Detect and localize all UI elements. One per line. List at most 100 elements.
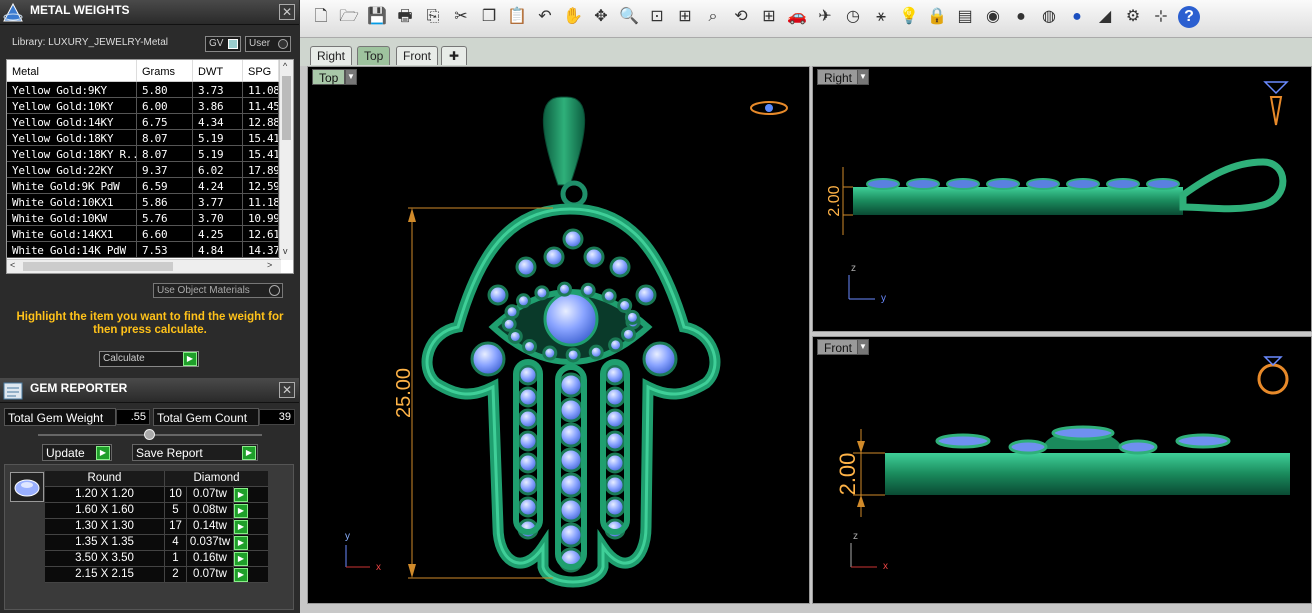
col-grams[interactable]: Grams [137, 60, 193, 81]
metal-row[interactable]: White Gold:10KX1 5.86 3.77 11.18 [7, 194, 293, 210]
metal-row[interactable]: Yellow Gold:22KY 9.37 6.02 17.89 [7, 162, 293, 178]
hint-text: Highlight the item you want to find the … [16, 311, 284, 336]
four-viewports-icon[interactable]: ⊞ [758, 6, 780, 28]
halo-gem [501, 316, 517, 332]
gem-row[interactable]: 1.20 X 1.20 10 0.07tw ▶ [45, 487, 268, 503]
use-object-materials-toggle[interactable]: Use Object Materials [153, 283, 283, 298]
ring-side-mini-icon [1269, 96, 1283, 126]
metal-row[interactable]: Yellow Gold:18KY 8.07 5.19 15.41 [7, 130, 293, 146]
metal-row[interactable]: White Gold:14K PdW 7.53 4.84 14.37 [7, 242, 293, 258]
new-file-icon[interactable]: 🗋 [310, 6, 332, 28]
gem-cell-size: 2.15 X 2.15 [45, 567, 165, 582]
gem-row[interactable]: 1.35 X 1.35 4 0.037tw ▶ [45, 535, 268, 551]
zoom-window-icon[interactable]: ⊡ [646, 6, 668, 28]
top-axis-x: x [376, 562, 381, 573]
zoom-extents-icon[interactable]: ⊞ [674, 6, 696, 28]
print-icon[interactable]: 🖶 [394, 6, 416, 28]
finger-gem [517, 474, 539, 496]
copy-doc-icon[interactable]: ⎘ [422, 6, 444, 28]
col-dwt[interactable]: DWT [193, 60, 243, 81]
gem-row-arrow-icon[interactable]: ▶ [234, 568, 248, 582]
finger-gem [558, 372, 584, 398]
metal-cell-metal: White Gold:14K PdW [7, 242, 137, 257]
halo-gem [617, 298, 633, 313]
help-icon[interactable]: ? [1178, 6, 1200, 28]
metal-cell-metal: Yellow Gold:18KY R... [7, 146, 137, 161]
calculate-button[interactable]: Calculate ▶ [99, 351, 199, 367]
cut-icon[interactable]: ✂ [450, 6, 472, 28]
lock-icon[interactable]: 🔒 [926, 6, 948, 28]
zoom-in-icon[interactable]: 🔍 [618, 6, 640, 28]
save-icon[interactable]: 💾 [366, 6, 388, 28]
gem-row-arrow-icon[interactable]: ▶ [234, 504, 248, 518]
metal-row[interactable]: White Gold:10KW 5.76 3.70 10.99 [7, 210, 293, 226]
gem-row[interactable]: 1.60 X 1.60 5 0.08tw ▶ [45, 503, 268, 519]
settings-gear-icon[interactable]: ⚙ [1122, 6, 1144, 28]
gem-cell-size: 1.60 X 1.60 [45, 503, 165, 518]
gem-row[interactable]: 3.50 X 3.50 1 0.16tw ▶ [45, 551, 268, 567]
metal-table-header: Metal Grams DWT SPG [7, 60, 293, 82]
gem-row-arrow-icon[interactable]: ▶ [234, 488, 248, 502]
front-gem-profile [1118, 439, 1158, 455]
zoom-selected-icon[interactable]: ⌕ [702, 6, 724, 28]
gem-row-arrow-icon[interactable]: ▶ [234, 536, 248, 550]
copy-icon[interactable]: ❐ [478, 6, 500, 28]
lightbulb-icon[interactable]: 💡 [898, 6, 920, 28]
metal-cell-grams: 5.86 [137, 194, 193, 209]
paste-icon[interactable]: 📋 [506, 6, 528, 28]
gem-cell-size: 1.35 X 1.35 [45, 535, 165, 550]
col-metal[interactable]: Metal [7, 60, 137, 81]
color-wheel-icon[interactable]: ◉ [982, 6, 1004, 28]
right-dimension-text: 2.00 [826, 185, 843, 216]
gem-row-arrow-icon[interactable]: ▶ [234, 552, 248, 566]
undo-icon[interactable]: ↶ [534, 6, 556, 28]
metal-table-vscroll[interactable]: ^ v [279, 60, 293, 260]
save-report-button[interactable]: Save Report ▶ [132, 444, 258, 461]
layer-icon[interactable]: ▤ [954, 6, 976, 28]
rotate-view-icon[interactable]: ⟲ [730, 6, 752, 28]
shaded-sphere-icon[interactable]: ● [1010, 6, 1032, 28]
metal-table-hscroll[interactable]: < > [7, 259, 281, 273]
add-tab-icon[interactable]: ✚ [441, 46, 467, 65]
metal-row[interactable]: Yellow Gold:10KY 6.00 3.86 11.45 [7, 98, 293, 114]
finger-gem [558, 522, 584, 548]
viewport-top[interactable]: Top ▼ 25.00 y x [307, 66, 810, 604]
metal-weights-title: METAL WEIGHTS [30, 3, 130, 17]
metal-row[interactable]: Yellow Gold:18KY R... 8.07 5.19 15.41 [7, 146, 293, 162]
col-spg[interactable]: SPG [243, 60, 279, 81]
gem-reporter-icon [3, 382, 23, 400]
spotlight-icon[interactable]: ◢ [1094, 6, 1116, 28]
gem-row-arrow-icon[interactable]: ▶ [234, 520, 248, 534]
gem-reporter-close-icon[interactable]: ✕ [279, 382, 295, 398]
viewport-front[interactable]: Front ▼ 2.00 z x [812, 336, 1312, 604]
car-icon[interactable]: 🚗 [786, 6, 808, 28]
update-arrow-icon: ▶ [96, 446, 110, 460]
clock-icon[interactable]: ◷ [842, 6, 864, 28]
tab-front[interactable]: Front [396, 46, 439, 65]
metal-row[interactable]: Yellow Gold:9KY 5.80 3.73 11.08 [7, 82, 293, 98]
metal-row[interactable]: Yellow Gold:14KY 6.75 4.34 12.88 [7, 114, 293, 130]
gv-toggle[interactable]: GV [205, 36, 241, 52]
gem-row[interactable]: 1.30 X 1.30 17 0.14tw ▶ [45, 519, 268, 535]
metal-weights-close-icon[interactable]: ✕ [279, 4, 295, 20]
update-button[interactable]: Update ▶ [42, 444, 112, 461]
gem-row[interactable]: 2.15 X 2.15 2 0.07tw ▶ [45, 567, 268, 583]
pan-hand-icon[interactable]: ✋ [562, 6, 584, 28]
snap-icon[interactable]: ⚹ [870, 6, 892, 28]
user-toggle[interactable]: User [245, 36, 291, 52]
gem-slider-knob[interactable] [144, 429, 155, 440]
tab-right[interactable]: Right [310, 46, 353, 65]
blue-sphere-icon[interactable]: ● [1066, 6, 1088, 28]
gem-cell-count: 2 [165, 567, 187, 582]
plane-icon[interactable]: ✈ [814, 6, 836, 28]
rendered-sphere-icon[interactable]: ◍ [1038, 6, 1060, 28]
front-gem-profile [1008, 439, 1048, 455]
open-folder-icon[interactable]: 🗁 [338, 6, 360, 28]
gem-cell-size: 1.20 X 1.20 [45, 487, 165, 502]
tab-top[interactable]: Top [357, 46, 391, 65]
metal-row[interactable]: White Gold:14KX1 6.60 4.25 12.61 [7, 226, 293, 242]
viewport-right[interactable]: Right ▼ 2.00 z y [812, 66, 1312, 332]
move-icon[interactable]: ✥ [590, 6, 612, 28]
grid-snap-icon[interactable]: ⊹ [1150, 6, 1172, 28]
metal-row[interactable]: White Gold:9K PdW 6.59 4.24 12.59 [7, 178, 293, 194]
